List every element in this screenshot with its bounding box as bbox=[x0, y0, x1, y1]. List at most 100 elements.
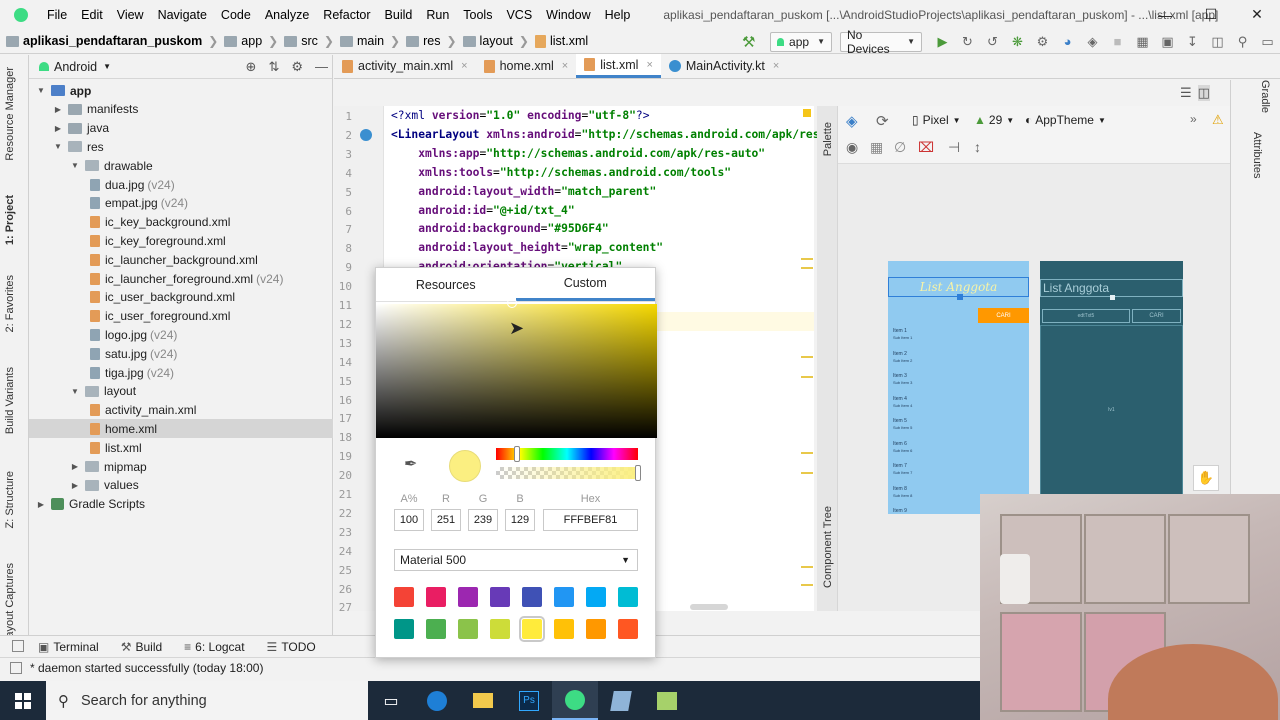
eye-icon[interactable]: ◉ bbox=[846, 139, 858, 156]
code-view-icon[interactable]: ☰ bbox=[1180, 85, 1192, 101]
tree-item[interactable]: ▶ manifests bbox=[29, 100, 333, 119]
align-icon[interactable]: ↕ bbox=[974, 139, 981, 155]
horizontal-scrollbar[interactable] bbox=[690, 604, 728, 610]
hide-panel-icon[interactable]: — bbox=[315, 59, 328, 75]
code-line[interactable]: android:background="#95D6F4" bbox=[391, 222, 608, 235]
tree-item[interactable]: satu.jpg (v24) bbox=[29, 344, 333, 363]
android-studio-taskbar-icon[interactable] bbox=[552, 681, 598, 720]
tree-item[interactable]: ▼ res bbox=[29, 137, 333, 156]
tree-item[interactable]: ic_launcher_foreground.xml (v24) bbox=[29, 269, 333, 288]
menu-navigate[interactable]: Navigate bbox=[151, 8, 214, 22]
close-tab-icon[interactable]: × bbox=[562, 60, 568, 72]
blue-field[interactable]: 129 bbox=[505, 509, 535, 531]
margin-icon[interactable]: ⊣ bbox=[948, 139, 960, 156]
tree-item[interactable]: ic_user_background.xml bbox=[29, 288, 333, 307]
tree-item[interactable]: logo.jpg (v24) bbox=[29, 325, 333, 344]
split-view-icon[interactable]: ◫ bbox=[1197, 85, 1210, 101]
menu-run[interactable]: Run bbox=[419, 8, 456, 22]
tab-activity_main-xml[interactable]: activity_main.xml × bbox=[334, 54, 476, 78]
project-view-selector[interactable]: Android ▼ bbox=[39, 60, 111, 74]
menu-refactor[interactable]: Refactor bbox=[316, 8, 377, 22]
bottom-tab-todo[interactable]: ☰ TODO bbox=[267, 640, 316, 654]
windows-start-button[interactable] bbox=[0, 681, 46, 720]
collapsed-arrow-icon[interactable]: ▶ bbox=[69, 462, 81, 471]
blueprint-icon[interactable]: ▦ bbox=[870, 139, 883, 156]
tab-gradle[interactable]: Gradle bbox=[1259, 80, 1271, 113]
tree-item[interactable]: ic_launcher_background.xml bbox=[29, 250, 333, 269]
code-line[interactable]: android:layout_height="wrap_content" bbox=[391, 241, 663, 254]
tab-attributes[interactable]: Attributes bbox=[1251, 132, 1263, 178]
coverage-icon[interactable]: ◈ bbox=[1080, 34, 1105, 50]
device-selector[interactable]: No Devices ▼ bbox=[840, 28, 922, 56]
tree-item[interactable]: ▼ drawable bbox=[29, 156, 333, 175]
green-field[interactable]: 239 bbox=[468, 509, 498, 531]
toggle-tool-windows-icon[interactable] bbox=[12, 640, 24, 652]
debug-icon[interactable]: ❋ bbox=[1005, 34, 1030, 50]
attach-debugger-icon[interactable]: ⚙ bbox=[1030, 34, 1055, 50]
tab-custom[interactable]: Custom bbox=[515, 268, 655, 301]
more-icon[interactable]: » bbox=[1190, 112, 1197, 126]
color-swatch[interactable] bbox=[554, 619, 574, 639]
color-swatch[interactable] bbox=[426, 619, 446, 639]
menu-edit[interactable]: Edit bbox=[74, 8, 110, 22]
breadcrumb-item[interactable]: app bbox=[224, 34, 262, 48]
code-line[interactable]: android:id="@+id/txt_4" bbox=[391, 204, 574, 217]
collapsed-arrow-icon[interactable]: ▶ bbox=[35, 500, 47, 509]
tab-list-xml[interactable]: list.xml × bbox=[576, 54, 661, 78]
breadcrumb-item[interactable]: aplikasi_pendaftaran_puskom bbox=[6, 34, 202, 48]
tree-item[interactable]: ▼ app bbox=[29, 81, 333, 100]
stop-icon[interactable]: ■ bbox=[1105, 34, 1130, 49]
tree-item[interactable]: tiga.jpg (v24) bbox=[29, 363, 333, 382]
alpha-slider-knob[interactable] bbox=[635, 465, 641, 481]
module-selector[interactable]: app ▼ bbox=[770, 31, 832, 52]
menu-view[interactable]: View bbox=[110, 8, 151, 22]
taskbar-search[interactable]: ⚲ Search for anything bbox=[46, 681, 368, 720]
app-blue-icon[interactable] bbox=[598, 681, 644, 720]
color-swatch[interactable] bbox=[586, 619, 606, 639]
menu-code[interactable]: Code bbox=[214, 8, 258, 22]
hex-field[interactable]: FFFBEF81 bbox=[543, 509, 638, 531]
gear-icon[interactable]: ⚙ bbox=[291, 59, 303, 75]
autoconnect-icon[interactable]: ∅ bbox=[894, 139, 906, 156]
tree-item[interactable]: ▶ java bbox=[29, 119, 333, 138]
app-green-icon[interactable] bbox=[644, 681, 690, 720]
blueprint-preview[interactable]: List Anggota edtTxt5 CARI lv1 bbox=[1040, 261, 1183, 495]
menu-build[interactable]: Build bbox=[378, 8, 420, 22]
layout-inspector-icon[interactable]: ◫ bbox=[1205, 34, 1230, 50]
tab-home-xml[interactable]: home.xml × bbox=[476, 54, 577, 78]
saturation-knob[interactable] bbox=[507, 298, 517, 308]
color-swatch[interactable] bbox=[618, 587, 638, 607]
sdk-manager-icon[interactable]: ↧ bbox=[1180, 34, 1205, 50]
task-view-icon[interactable]: ▭ bbox=[368, 681, 414, 720]
tab-project[interactable]: 1: Project bbox=[4, 195, 16, 245]
expanded-arrow-icon[interactable]: ▼ bbox=[69, 387, 81, 396]
code-line[interactable]: <?xml version="1.0" encoding="utf-8"?> bbox=[391, 109, 650, 122]
bottom-tab-6-logcat[interactable]: ≡ 6: Logcat bbox=[184, 640, 244, 654]
close-window-button[interactable]: ✕ bbox=[1234, 0, 1280, 29]
color-swatch[interactable] bbox=[394, 619, 414, 639]
color-swatch[interactable] bbox=[426, 587, 446, 607]
tree-item[interactable]: list.xml bbox=[29, 438, 333, 457]
tab-resource-manager[interactable]: Resource Manager bbox=[4, 67, 16, 161]
collapse-all-icon[interactable]: ⇅ bbox=[268, 59, 279, 75]
file-explorer-icon[interactable] bbox=[460, 681, 506, 720]
breadcrumb-item[interactable]: res bbox=[406, 34, 440, 48]
tab-resources[interactable]: Resources bbox=[376, 268, 516, 301]
tree-item[interactable]: ▶ values bbox=[29, 476, 333, 495]
design-preview[interactable]: List Anggota CARI Item 1 Sub Item 1 Item 2… bbox=[888, 261, 1029, 514]
color-swatch[interactable] bbox=[618, 619, 638, 639]
close-tab-icon[interactable]: × bbox=[646, 59, 652, 71]
bottom-tab-terminal[interactable]: ▣ Terminal bbox=[38, 640, 99, 654]
tab-structure[interactable]: Z: Structure bbox=[4, 471, 16, 528]
breadcrumb-item[interactable]: layout bbox=[462, 34, 513, 48]
tree-item[interactable]: ic_key_foreground.xml bbox=[29, 231, 333, 250]
edge-icon[interactable] bbox=[414, 681, 460, 720]
code-line[interactable]: xmlns:tools="http://schemas.android.com/… bbox=[391, 166, 731, 179]
breadcrumb-item[interactable]: main bbox=[339, 34, 384, 48]
minimize-button[interactable]: — bbox=[1142, 0, 1188, 29]
breadcrumb-item[interactable]: list.xml bbox=[534, 34, 588, 48]
photoshop-icon[interactable]: Ps bbox=[506, 681, 552, 720]
close-tab-icon[interactable]: × bbox=[461, 60, 467, 72]
code-line[interactable]: <LinearLayout xmlns:android="http://sche… bbox=[391, 128, 833, 141]
tree-item[interactable]: ▶ Gradle Scripts bbox=[29, 495, 333, 514]
